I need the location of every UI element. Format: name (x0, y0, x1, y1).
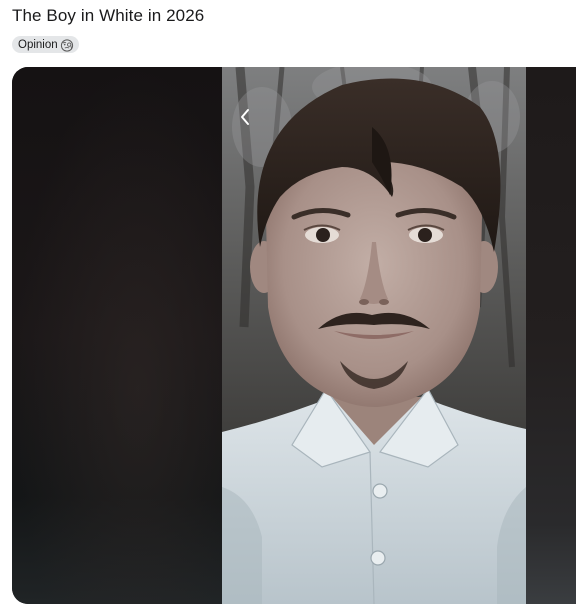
post-card: The Boy in White in 2026 Opinion (0, 0, 576, 604)
post-image[interactable] (222, 67, 526, 604)
flair-label: Opinion (18, 38, 58, 51)
post-flair[interactable]: Opinion (12, 36, 79, 53)
chevron-left-icon (241, 109, 249, 125)
post-title[interactable]: The Boy in White in 2026 (12, 5, 204, 27)
face-with-monocle-icon (60, 38, 74, 52)
previous-image-button[interactable] (234, 105, 256, 129)
media-blur-background-left (12, 67, 222, 604)
media-gallery[interactable] (12, 67, 576, 604)
media-blur-background-right (526, 67, 576, 604)
